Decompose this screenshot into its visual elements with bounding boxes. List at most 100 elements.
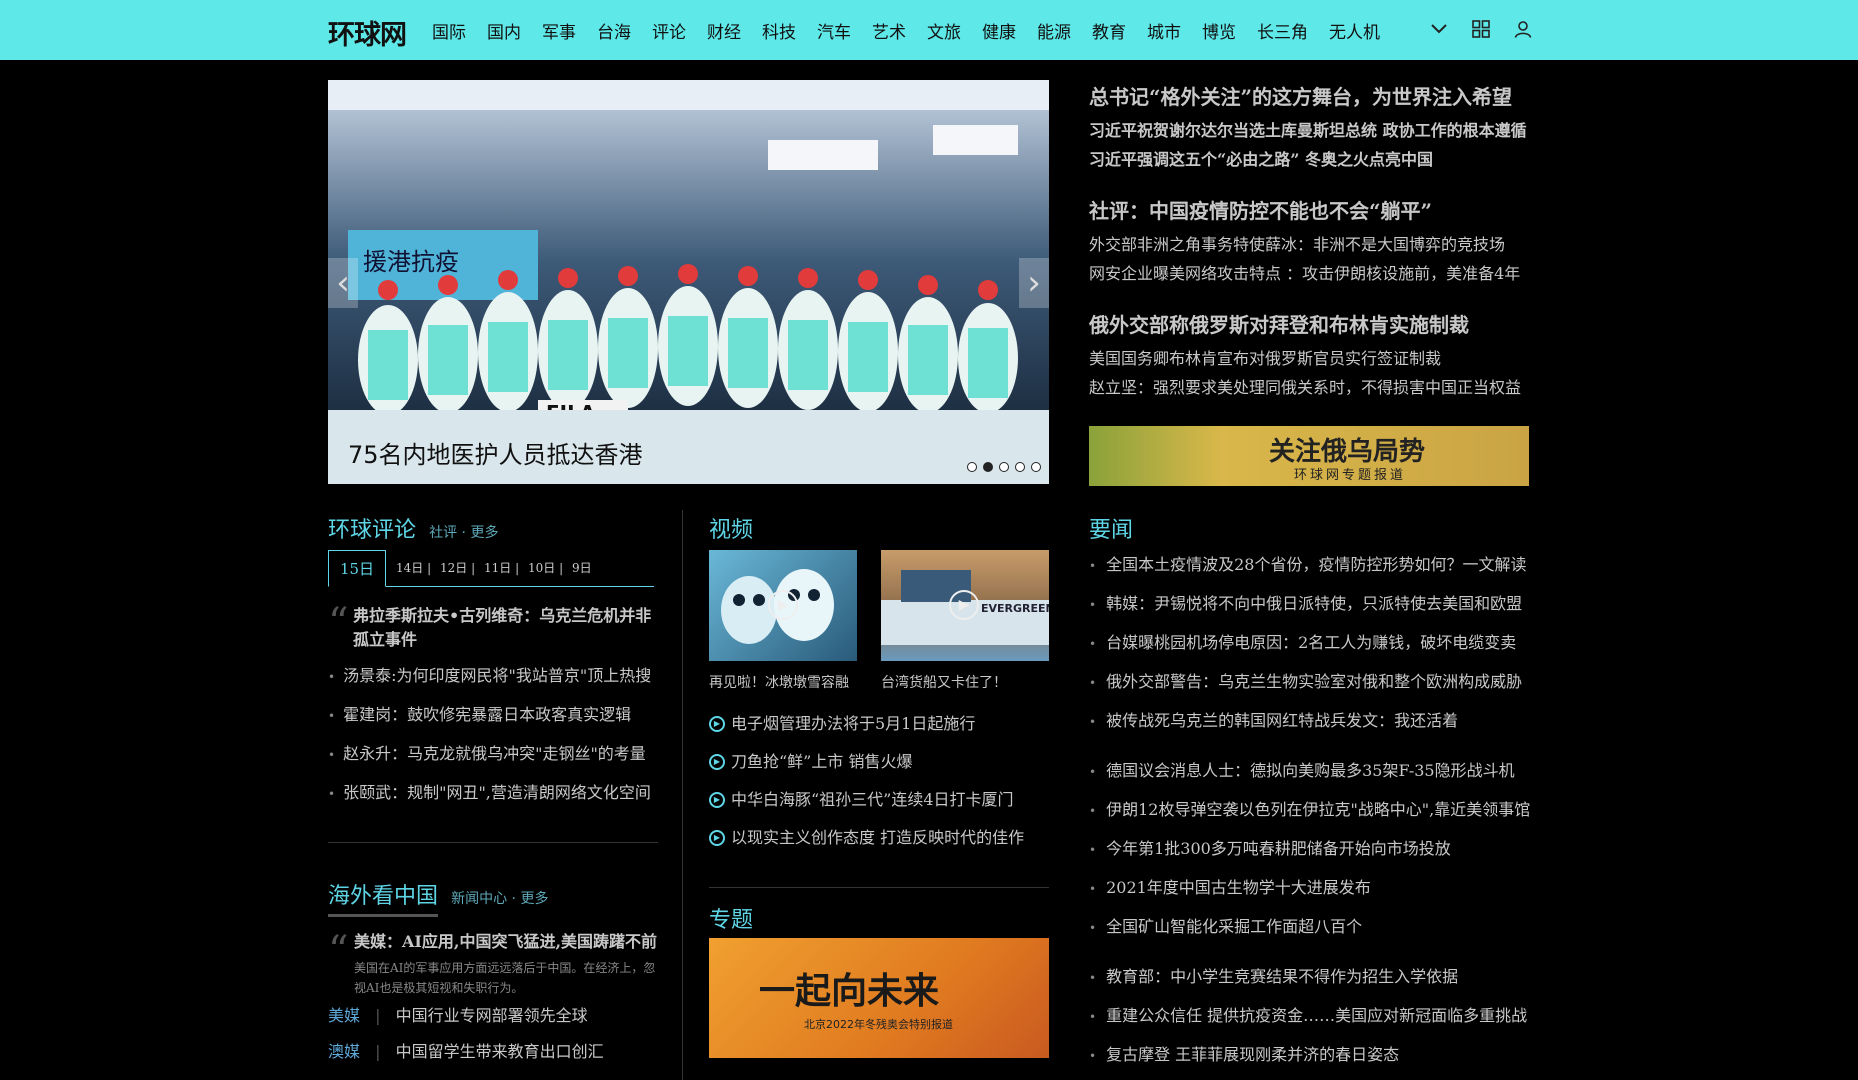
hero-caption[interactable]: 75名内地医护人员抵达香港 xyxy=(348,435,643,470)
user-icon[interactable] xyxy=(1512,18,1534,40)
site-logo[interactable]: 环球网 xyxy=(328,13,407,52)
list-item[interactable]: 俄外交部警告：乌克兰生物实验室对俄和整个欧洲构成威胁 xyxy=(1089,663,1539,702)
divider xyxy=(709,887,1049,888)
commentary-title[interactable]: 环球评论 xyxy=(328,518,416,543)
list-item[interactable]: 2021年度中国古生物学十大进展发布 xyxy=(1089,869,1539,908)
list-item[interactable]: 伊朗12枚导弹空袭以色列在伊拉克"战略中心",靠近美领事馆 xyxy=(1089,791,1539,830)
news-title[interactable]: 要闻 xyxy=(1089,512,1133,544)
carousel-dot[interactable] xyxy=(999,462,1009,472)
video-list-item[interactable]: ▶ 中华白海豚“祖孙三代”连续4日打卡厦门 xyxy=(709,781,1049,819)
list-item[interactable]: 张颐武：规制"网丑",营造清朗网络文化空间 xyxy=(328,774,668,813)
headline-sub[interactable]: 习近平祝贺谢尔达尔当选土库曼斯坦总统 政协工作的根本遵循 xyxy=(1089,116,1529,145)
headline-sub[interactable]: 美国国务卿布林肯宣布对俄罗斯官员实行签证制裁 xyxy=(1089,344,1529,373)
russia-ukraine-banner[interactable]: 关注俄乌局势 环球网专题报道 xyxy=(1089,426,1529,486)
overseas-links[interactable]: 新闻中心 · 更多 xyxy=(451,891,548,907)
nav-item[interactable]: 能源 xyxy=(1037,18,1092,43)
banner-subtitle: 环球网专题报道 xyxy=(1294,468,1407,483)
headline-sub[interactable]: 外交部非洲之角事务特使薛冰：非洲不是大国博弈的竞技场 xyxy=(1089,230,1529,259)
hero-next-arrow[interactable]: › xyxy=(1019,258,1049,308)
tab-9[interactable]: 9日 xyxy=(572,550,592,586)
nav-item[interactable]: 城市 xyxy=(1147,18,1202,43)
video-thumb[interactable]: EVERGREEN ▶ xyxy=(881,550,1049,661)
overseas-row[interactable]: 澳媒 | 中国留学生带来教育出口创汇 xyxy=(328,1038,604,1062)
carousel-dot[interactable] xyxy=(983,462,993,472)
list-item[interactable]: 复古摩登 王菲菲展现刚柔并济的春日姿态 xyxy=(1089,1036,1539,1075)
video-caption[interactable]: 台湾货船又卡住了！ xyxy=(881,672,1007,692)
list-item[interactable]: 德国议会消息人士：德拟向美购最多35架F-35隐形战斗机 xyxy=(1089,752,1539,791)
list-item[interactable]: 被传战死乌克兰的韩国网红特战兵发文：我还活着 xyxy=(1089,702,1539,741)
nav-item[interactable]: 无人机 xyxy=(1329,18,1389,43)
overseas-title[interactable]: 海外看中国 xyxy=(328,884,438,909)
news-list: 全国本土疫情波及28个省份，疫情防控形势如何？一文解读 韩媒：尹锡悦将不向中俄日… xyxy=(1089,546,1539,741)
nav-item[interactable]: 国际 xyxy=(432,18,487,43)
headline-sub[interactable]: 赵立坚：强烈要求美处理同俄关系时，不得损害中国正当权益 xyxy=(1089,373,1529,402)
tab-15[interactable]: 15日 xyxy=(328,550,386,587)
headline-main[interactable]: 总书记“格外关注”的这方舞台，为世界注入希望 xyxy=(1089,82,1529,112)
play-icon: ▶ xyxy=(949,590,979,620)
tab-11[interactable]: 11日 | xyxy=(484,550,519,586)
play-circle-icon: ▶ xyxy=(709,754,725,770)
list-item[interactable]: 教育部：中小学生竞赛结果不得作为招生入学依据 xyxy=(1089,958,1539,997)
list-item[interactable]: 赵永升：马克龙就俄乌冲突"走钢丝"的考量 xyxy=(328,735,668,774)
nav-item[interactable]: 评论 xyxy=(652,18,707,43)
list-item[interactable]: 全国本土疫情波及28个省份，疫情防控形势如何？一文解读 xyxy=(1089,546,1539,585)
column-divider xyxy=(682,510,683,1080)
nav-item[interactable]: 财经 xyxy=(707,18,762,43)
headline-sub[interactable]: 网安企业曝美网络攻击特点 ：攻击伊朗核设施前，美准备4年 xyxy=(1089,259,1529,288)
headline-group: 俄外交部称俄罗斯对拜登和布林肯实施制裁 美国国务卿布林肯宣布对俄罗斯官员实行签证… xyxy=(1089,310,1529,402)
hero-carousel[interactable]: 援港抗疫 FILA 75名内地医护人员抵达香港 ‹ › xyxy=(328,80,1049,484)
nav-item[interactable]: 文旅 xyxy=(927,18,982,43)
list-item[interactable]: 今年第1批300多万吨春耕肥储备开始向市场投放 xyxy=(1089,830,1539,869)
list-item[interactable]: 韩媒：尹锡悦将不向中俄日派特使，只派特使去美国和欧盟 xyxy=(1089,585,1539,624)
nav-item[interactable]: 教育 xyxy=(1092,18,1147,43)
special-title[interactable]: 专题 xyxy=(709,902,753,934)
headline-main[interactable]: 社评：中国疫情防控不能也不会“躺平” xyxy=(1089,196,1529,226)
list-item[interactable]: 霍建岗：鼓吹修宪暴露日本政客真实逻辑 xyxy=(328,696,668,735)
nav-item[interactable]: 博览 xyxy=(1202,18,1257,43)
nav-item[interactable]: 科技 xyxy=(762,18,817,43)
special-banner-title: 一起向未来 xyxy=(759,970,940,1012)
overseas-row-text: 中国行业专网部署领先全球 xyxy=(395,1006,588,1025)
date-tabs: 15日 14日 | 12日 | 11日 | 10日 | 9日 xyxy=(328,550,654,587)
list-item[interactable]: 全国矿山智能化采掘工作面超八百个 xyxy=(1089,908,1539,947)
video-title[interactable]: 视频 xyxy=(709,512,753,544)
special-banner[interactable]: 一起向未来 北京2022年冬残奥会特别报道 xyxy=(709,938,1049,1058)
list-item[interactable]: 汤景泰:为何印度网民将"我站普京"顶上热搜 xyxy=(328,657,668,696)
chevron-down-icon[interactable] xyxy=(1428,18,1450,40)
overseas-lead[interactable]: 美媒：AI应用,中国突飞猛进,美国踌躇不前 xyxy=(354,930,664,954)
carousel-dot[interactable] xyxy=(1015,462,1025,472)
special-banner-sub: 北京2022年冬残奥会特别报道 xyxy=(804,1018,953,1031)
tab-10[interactable]: 10日 | xyxy=(528,550,563,586)
commentary-lead[interactable]: 弗拉季斯拉夫•古列维奇：乌克兰危机并非孤立事件 xyxy=(353,604,658,652)
video-list: ▶ 电子烟管理办法将于5月1日起施行 ▶ 刀鱼抢“鲜”上市 销售火爆 ▶ 中华白海豚“… xyxy=(709,705,1049,857)
nav-item[interactable]: 军事 xyxy=(542,18,597,43)
nav-item[interactable]: 艺术 xyxy=(872,18,927,43)
nav-item[interactable]: 健康 xyxy=(982,18,1037,43)
hero-prev-arrow[interactable]: ‹ xyxy=(328,258,358,308)
list-item[interactable]: 台媒曝桃园机场停电原因：2名工人为赚钱，破坏电缆变卖 xyxy=(1089,624,1539,663)
carousel-dot[interactable] xyxy=(967,462,977,472)
quote-icon: “ xyxy=(328,928,349,974)
nav-item[interactable]: 长三角 xyxy=(1257,18,1329,43)
carousel-dot[interactable] xyxy=(1031,462,1041,472)
play-circle-icon: ▶ xyxy=(709,716,725,732)
tab-12[interactable]: 12日 | xyxy=(440,550,475,586)
headline-main[interactable]: 俄外交部称俄罗斯对拜登和布林肯实施制裁 xyxy=(1089,310,1529,340)
nav-item[interactable]: 国内 xyxy=(487,18,542,43)
nav-item[interactable]: 汽车 xyxy=(817,18,872,43)
video-list-item[interactable]: ▶ 刀鱼抢“鲜”上市 销售火爆 xyxy=(709,743,1049,781)
video-caption[interactable]: 再见啦！冰墩墩雪容融 xyxy=(709,672,849,692)
grid-icon[interactable] xyxy=(1470,18,1492,40)
video-thumb[interactable]: ▶ xyxy=(709,550,857,661)
overseas-row[interactable]: 美媒 | 中国行业专网部署领先全球 xyxy=(328,1002,588,1026)
video-list-item[interactable]: ▶ 以现实主义创作态度 打造反映时代的佳作 xyxy=(709,819,1049,857)
list-item[interactable]: 重建公众信任 提供抗疫资金……美国应对新冠面临多重挑战 xyxy=(1089,997,1539,1036)
commentary-links[interactable]: 社评 · 更多 xyxy=(429,525,498,541)
headline-group: 社评：中国疫情防控不能也不会“躺平” 外交部非洲之角事务特使薛冰：非洲不是大国博… xyxy=(1089,196,1529,288)
tab-14[interactable]: 14日 | xyxy=(396,550,431,586)
hero-sign-text: 援港抗疫 xyxy=(363,248,459,276)
video-list-item[interactable]: ▶ 电子烟管理办法将于5月1日起施行 xyxy=(709,705,1049,743)
nav-item[interactable]: 台海 xyxy=(597,18,652,43)
overseas-lead-desc: 美国在AI的军事应用方面远远落后于中国。在经济上，忽视AI也是极其短视和失职行为… xyxy=(354,961,656,995)
headline-sub[interactable]: 习近平强调这五个“必由之路” 冬奥之火点亮中国 xyxy=(1089,145,1529,174)
